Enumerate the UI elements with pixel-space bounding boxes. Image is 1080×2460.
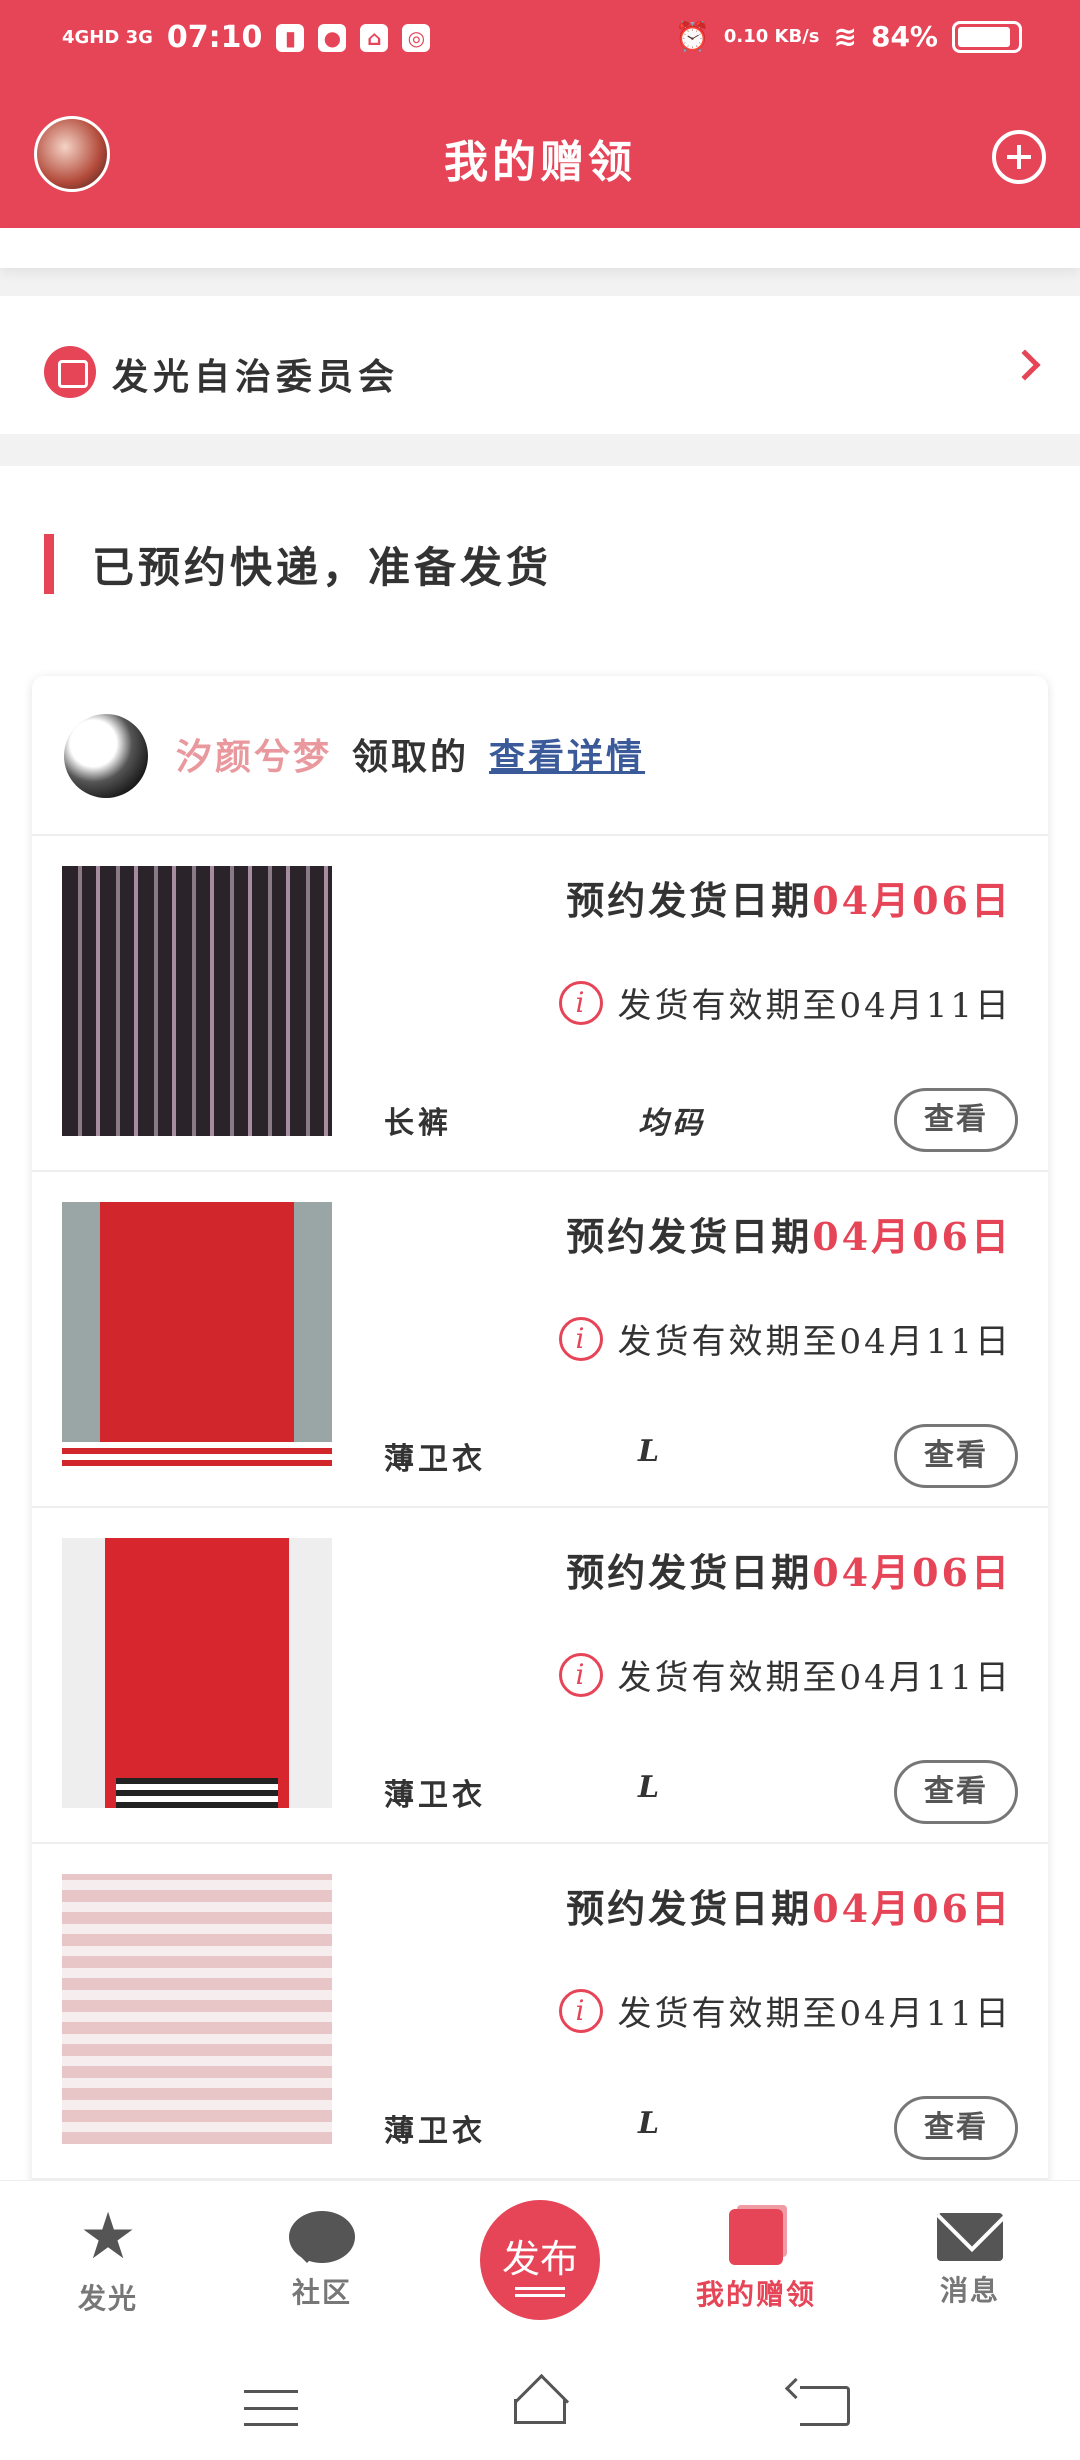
status-time: 07:10 (166, 20, 263, 55)
back-icon[interactable] (800, 2386, 850, 2426)
info-icon: i (559, 1652, 604, 1697)
claim-card: 汐颜兮梦 领取的 查看详情 预约发货日期04月06日 i 发货有效期至04月11日… (32, 676, 1048, 2196)
view-button[interactable]: 查看 (894, 1424, 1018, 1488)
item-photo[interactable] (62, 1202, 332, 1472)
notification-icon: ▮ (276, 23, 305, 52)
alarm-icon: ⏰ (674, 20, 710, 53)
item-name: 薄卫衣 (384, 1778, 486, 1813)
info-icon: i (559, 980, 604, 1025)
system-nav-bar (0, 2350, 1080, 2460)
network-speed: 0.10 KB/s (723, 25, 820, 47)
ship-label: 预约发货日期 (566, 1550, 813, 1595)
star-icon: ★ (79, 2200, 137, 2274)
section-title: 已预约快递，准备发货 (92, 543, 553, 592)
wechat-icon: ● (318, 23, 347, 52)
ship-date-value: 04月06日 (812, 1550, 1012, 1595)
valid-text: 发货有效期至04月11日 (617, 1658, 1012, 1698)
item-size: L (638, 1770, 664, 1805)
item-photo[interactable] (62, 1538, 332, 1808)
ship-date-value: 04月06日 (812, 878, 1012, 923)
network-indicator: 4GHD 3G (62, 26, 153, 48)
info-icon: i (559, 1988, 604, 2033)
org-row[interactable]: 发光自治委员会 (0, 296, 1080, 434)
home-icon[interactable] (508, 2380, 572, 2424)
tab-faguang[interactable]: ★ 发光 (48, 2205, 168, 2317)
list-item: 预约发货日期04月06日 i 发货有效期至04月11日 长裤 均码 查看 (32, 836, 1048, 1172)
menu-icon[interactable] (244, 2390, 298, 2426)
claim-label: 领取的 (352, 736, 470, 778)
app-notification-icon: ⌂ (360, 23, 389, 52)
tab-community[interactable]: 社区 (262, 2205, 382, 2311)
valid-text: 发货有效期至04月11日 (617, 986, 1012, 1026)
chat-icon (289, 2211, 355, 2263)
section-accent-bar (44, 534, 54, 594)
status-bar: 4GHD 3G 07:10 ▮ ● ⌂ ◎ ⏰ 0.10 KB/s ≋ 84% (0, 0, 1080, 80)
app-header: 4GHD 3G 07:10 ▮ ● ⌂ ◎ ⏰ 0.10 KB/s ≋ 84% … (0, 0, 1080, 228)
header-shadow-strip (0, 228, 1080, 268)
list-item: 预约发货日期04月06日 i 发货有效期至04月11日 薄卫衣 L 查看 (32, 1508, 1048, 1844)
ship-date-value: 04月06日 (812, 1214, 1012, 1259)
list-item: 预约发货日期04月06日 i 发货有效期至04月11日 薄卫衣 L 查看 (32, 1172, 1048, 1508)
book-icon (729, 2209, 783, 2265)
ship-label: 预约发货日期 (566, 1214, 813, 1259)
wifi-icon: ≋ (833, 20, 857, 53)
valid-text: 发货有效期至04月11日 (617, 1994, 1012, 2034)
view-button[interactable]: 查看 (894, 1760, 1018, 1824)
ship-label: 预约发货日期 (566, 1886, 813, 1931)
item-photo[interactable] (62, 866, 332, 1136)
ship-label: 预约发货日期 (566, 878, 813, 923)
valid-until: i 发货有效期至04月11日 (559, 978, 1012, 1027)
item-size: L (638, 1434, 664, 1469)
view-details-link[interactable]: 查看详情 (489, 728, 645, 780)
valid-until: i 发货有效期至04月11日 (559, 1314, 1012, 1363)
valid-until: i 发货有效期至04月11日 (559, 1986, 1012, 2035)
tab-label: 发光 (77, 2282, 138, 2315)
chevron-right-icon (1009, 349, 1041, 381)
battery-icon (952, 20, 1022, 53)
ship-date: 预约发货日期04月06日 (566, 1206, 1012, 1261)
publish-button[interactable]: 发布 (480, 2200, 600, 2320)
tab-my-claims[interactable]: 我的赠领 (676, 2205, 836, 2313)
view-button[interactable]: 查看 (894, 1088, 1018, 1152)
tab-label: 我的赠领 (695, 2278, 816, 2311)
org-icon (44, 346, 96, 398)
publish-label: 发布 (501, 2239, 578, 2281)
info-icon: i (559, 1316, 604, 1361)
tab-messages[interactable]: 消息 (910, 2205, 1030, 2309)
card-header: 汐颜兮梦 领取的 查看详情 (32, 676, 1048, 836)
publish-icon-line (515, 2294, 565, 2297)
page-title: 我的赠领 (444, 137, 636, 188)
ship-date: 预约发货日期04月06日 (566, 1878, 1012, 1933)
item-photo[interactable] (62, 1874, 332, 2144)
claimer-name[interactable]: 汐颜兮梦 (176, 728, 332, 780)
main-content: 已预约快递，准备发货 汐颜兮梦 领取的 查看详情 预约发货日期04月06日 i发… (0, 466, 1080, 2196)
app-notification-icon-2: ◎ (402, 23, 431, 52)
valid-text: 发货有效期至04月11日 (617, 1322, 1012, 1362)
valid-until: i 发货有效期至04月11日 (559, 1650, 1012, 1699)
tab-label: 消息 (939, 2274, 1000, 2307)
item-name: 长裤 (384, 1106, 452, 1141)
ship-date: 预约发货日期04月06日 (566, 1542, 1012, 1597)
view-button[interactable]: 查看 (894, 2096, 1018, 2160)
ship-date-value: 04月06日 (812, 1886, 1012, 1931)
org-name: 发光自治委员会 (112, 356, 400, 398)
title-row: 我的赠领 (0, 100, 1080, 210)
publish-icon (515, 2287, 565, 2290)
add-button[interactable] (992, 130, 1046, 184)
claimer-avatar[interactable] (64, 714, 148, 798)
mail-icon (937, 2213, 1003, 2261)
item-name: 薄卫衣 (384, 1442, 486, 1477)
tab-label: 社区 (291, 2276, 352, 2309)
item-size: L (638, 2106, 664, 2141)
item-size: 均码 (638, 1106, 706, 1141)
ship-date: 预约发货日期04月06日 (566, 870, 1012, 925)
battery-percent: 84% (870, 20, 938, 53)
list-item: 预约发货日期04月06日 i 发货有效期至04月11日 薄卫衣 L 查看 (32, 1844, 1048, 2180)
item-name: 薄卫衣 (384, 2114, 486, 2149)
